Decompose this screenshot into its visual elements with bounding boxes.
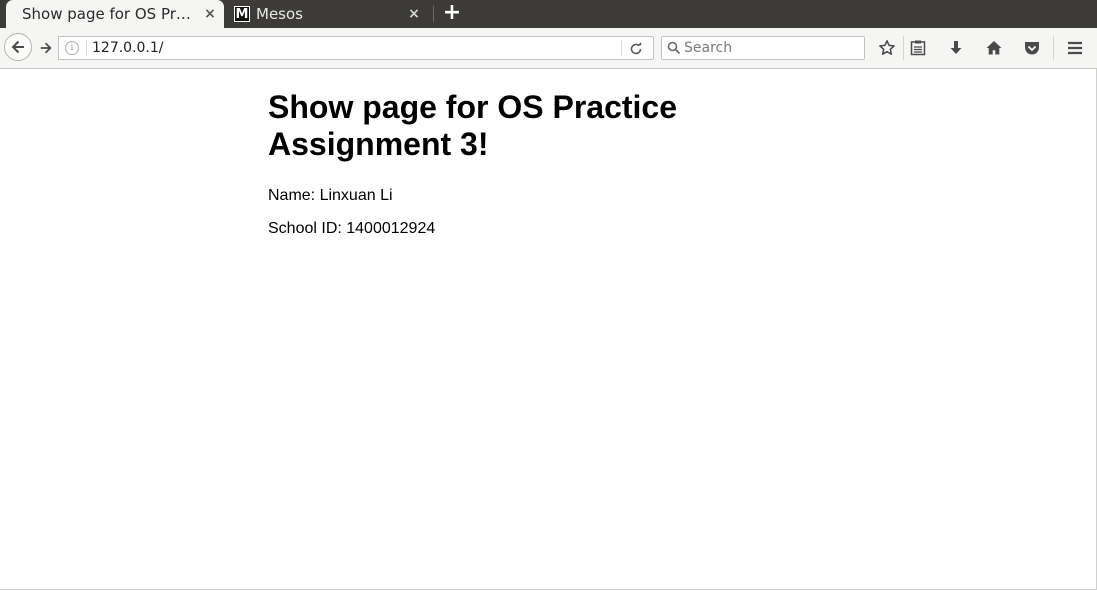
tab-strip: Show page for OS Practice Assignment 3! …	[0, 0, 1097, 28]
close-tab-icon[interactable]: ×	[200, 6, 220, 22]
back-button[interactable]	[4, 33, 32, 61]
star-icon	[879, 40, 895, 55]
home-button[interactable]	[984, 38, 1004, 58]
student-name: Name: Linxuan Li	[268, 187, 393, 204]
tab-show-page[interactable]: Show page for OS Practice Assignment 3! …	[6, 0, 224, 28]
home-icon	[986, 41, 1002, 55]
reload-icon[interactable]	[627, 40, 645, 58]
forward-arrow-icon	[40, 42, 52, 54]
url-text[interactable]: 127.0.0.1/	[92, 39, 164, 57]
navigation-toolbar: i 127.0.0.1/	[0, 28, 1097, 69]
tab-mesos[interactable]: M Mesos ×	[230, 0, 430, 28]
menu-button[interactable]	[1065, 38, 1085, 58]
forward-button[interactable]	[34, 37, 58, 59]
close-tab-icon[interactable]: ×	[404, 6, 424, 22]
clipboard-icon	[910, 40, 926, 56]
tab-title: Show page for OS Practice Assignment 3!	[22, 5, 200, 23]
search-bar[interactable]	[661, 36, 865, 60]
tab-divider	[433, 6, 434, 22]
school-id: School ID: 1400012924	[268, 220, 436, 237]
search-icon	[667, 41, 681, 55]
tab-title: Mesos	[256, 5, 303, 23]
page-heading: Show page for OS Practice Assignment 3!	[268, 89, 677, 162]
download-arrow-icon	[950, 41, 962, 54]
hamburger-menu-icon	[1068, 41, 1082, 55]
bookmark-button[interactable]	[877, 38, 897, 58]
new-tab-button[interactable]: +	[441, 2, 463, 26]
page-content: Show page for OS Practice Assignment 3! …	[268, 68, 828, 238]
url-bar[interactable]: i 127.0.0.1/	[58, 36, 654, 60]
search-input[interactable]	[684, 39, 859, 57]
toolbar-divider	[1053, 36, 1054, 60]
pocket-icon	[1025, 42, 1039, 55]
site-info-icon[interactable]: i	[65, 41, 79, 55]
toolbar-divider	[903, 36, 904, 60]
reload-divider	[621, 40, 622, 56]
mesos-favicon-icon: M	[234, 6, 250, 22]
back-arrow-icon	[11, 40, 24, 54]
url-divider	[86, 40, 87, 56]
downloads-button[interactable]	[946, 38, 966, 58]
pocket-button[interactable]	[1022, 38, 1042, 58]
reading-list-button[interactable]	[908, 38, 928, 58]
